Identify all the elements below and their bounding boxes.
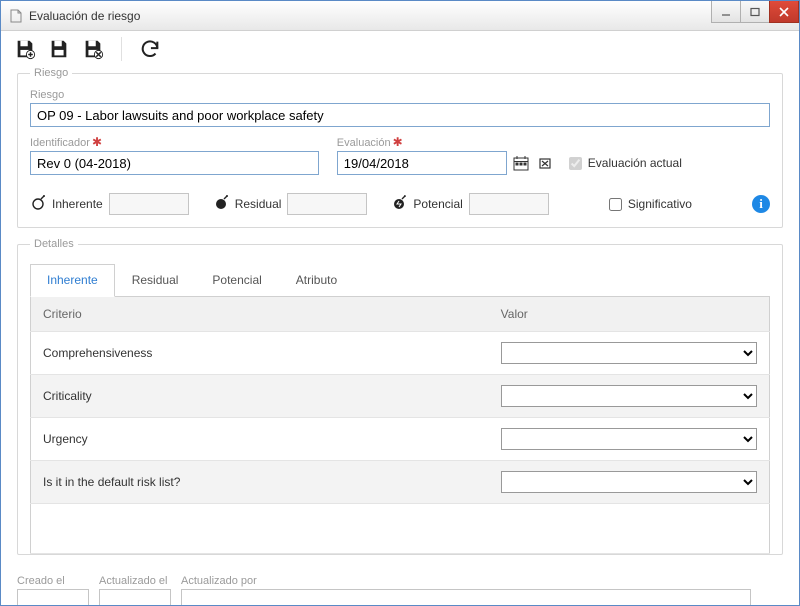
- info-icon[interactable]: i: [752, 195, 770, 213]
- creado-label: Creado el: [17, 575, 89, 587]
- significativo-label: Significativo: [628, 197, 692, 211]
- detalles-legend: Detalles: [30, 238, 78, 250]
- residual-icon: [213, 195, 229, 214]
- table-row: [31, 504, 770, 554]
- riesgo-field-label: Riesgo: [30, 89, 770, 101]
- delete-button[interactable]: [81, 37, 105, 61]
- calendar-icon[interactable]: [511, 152, 531, 174]
- column-valor: Valor: [489, 297, 770, 332]
- criteria-table: Criterio Valor Comprehensiveness Critica…: [30, 297, 770, 554]
- table-row: Criticality: [31, 375, 770, 418]
- tab-potencial[interactable]: Potencial: [195, 264, 278, 296]
- inherente-icon: [30, 195, 46, 214]
- criterio-cell: Urgency: [31, 418, 489, 461]
- content-area: Riesgo Riesgo Identificador✱ Evaluación✱: [1, 67, 799, 575]
- valor-select[interactable]: [501, 428, 757, 450]
- window-title: Evaluación de riesgo: [29, 9, 712, 23]
- creado-input: [17, 589, 89, 606]
- evaluacion-label: Evaluación✱: [337, 135, 770, 149]
- table-row: Is it in the default risk list?: [31, 461, 770, 504]
- risk-levels-row: Inherente Residual Potencial Significati…: [30, 193, 770, 215]
- valor-select[interactable]: [501, 385, 757, 407]
- evaluacion-actual-checkbox[interactable]: [569, 157, 582, 170]
- actualizado-label: Actualizado el: [99, 575, 171, 587]
- actualizado-input: [99, 589, 171, 606]
- toolbar-separator: [121, 37, 122, 61]
- table-row: Urgency: [31, 418, 770, 461]
- criterio-cell: Criticality: [31, 375, 489, 418]
- window-controls: [712, 1, 799, 23]
- footer: Creado el Actualizado el Actualizado por: [1, 575, 799, 606]
- save-button[interactable]: [47, 37, 71, 61]
- table-row: Comprehensiveness: [31, 332, 770, 375]
- evaluacion-date-input[interactable]: [337, 151, 507, 175]
- title-bar: Evaluación de riesgo: [1, 1, 799, 31]
- potencial-label: Potencial: [413, 197, 462, 211]
- document-icon: [9, 9, 23, 23]
- significativo-checkbox[interactable]: [609, 198, 622, 211]
- riesgo-input[interactable]: [30, 103, 770, 127]
- save-new-button[interactable]: [13, 37, 37, 61]
- detalles-group: Detalles Inherente Residual Potencial At…: [17, 238, 783, 555]
- valor-select[interactable]: [501, 471, 757, 493]
- potencial-value: [469, 193, 549, 215]
- riesgo-group: Riesgo Riesgo Identificador✱ Evaluación✱: [17, 67, 783, 228]
- actualizado-por-label: Actualizado por: [181, 575, 751, 587]
- inherente-label: Inherente: [52, 197, 103, 211]
- tab-inherente[interactable]: Inherente: [30, 264, 115, 297]
- identificador-input[interactable]: [30, 151, 319, 175]
- riesgo-legend: Riesgo: [30, 67, 72, 79]
- app-window: Evaluación de riesgo Riesgo Riesgo: [0, 0, 800, 606]
- tab-atributo[interactable]: Atributo: [279, 264, 354, 296]
- clear-date-icon[interactable]: [535, 152, 555, 174]
- close-button[interactable]: [769, 1, 799, 23]
- tab-residual[interactable]: Residual: [115, 264, 196, 296]
- criterio-cell: Comprehensiveness: [31, 332, 489, 375]
- identificador-label: Identificador✱: [30, 135, 319, 149]
- residual-label: Residual: [235, 197, 282, 211]
- detalles-tabs: Inherente Residual Potencial Atributo: [30, 264, 770, 297]
- residual-value: [287, 193, 367, 215]
- toolbar: [1, 31, 799, 67]
- inherente-value: [109, 193, 189, 215]
- maximize-button[interactable]: [740, 1, 770, 23]
- evaluacion-actual-label: Evaluación actual: [588, 156, 682, 170]
- refresh-button[interactable]: [138, 37, 162, 61]
- valor-select[interactable]: [501, 342, 757, 364]
- potencial-icon: [391, 195, 407, 214]
- actualizado-por-input: [181, 589, 751, 606]
- minimize-button[interactable]: [711, 1, 741, 23]
- column-criterio: Criterio: [31, 297, 489, 332]
- criterio-cell: Is it in the default risk list?: [31, 461, 489, 504]
